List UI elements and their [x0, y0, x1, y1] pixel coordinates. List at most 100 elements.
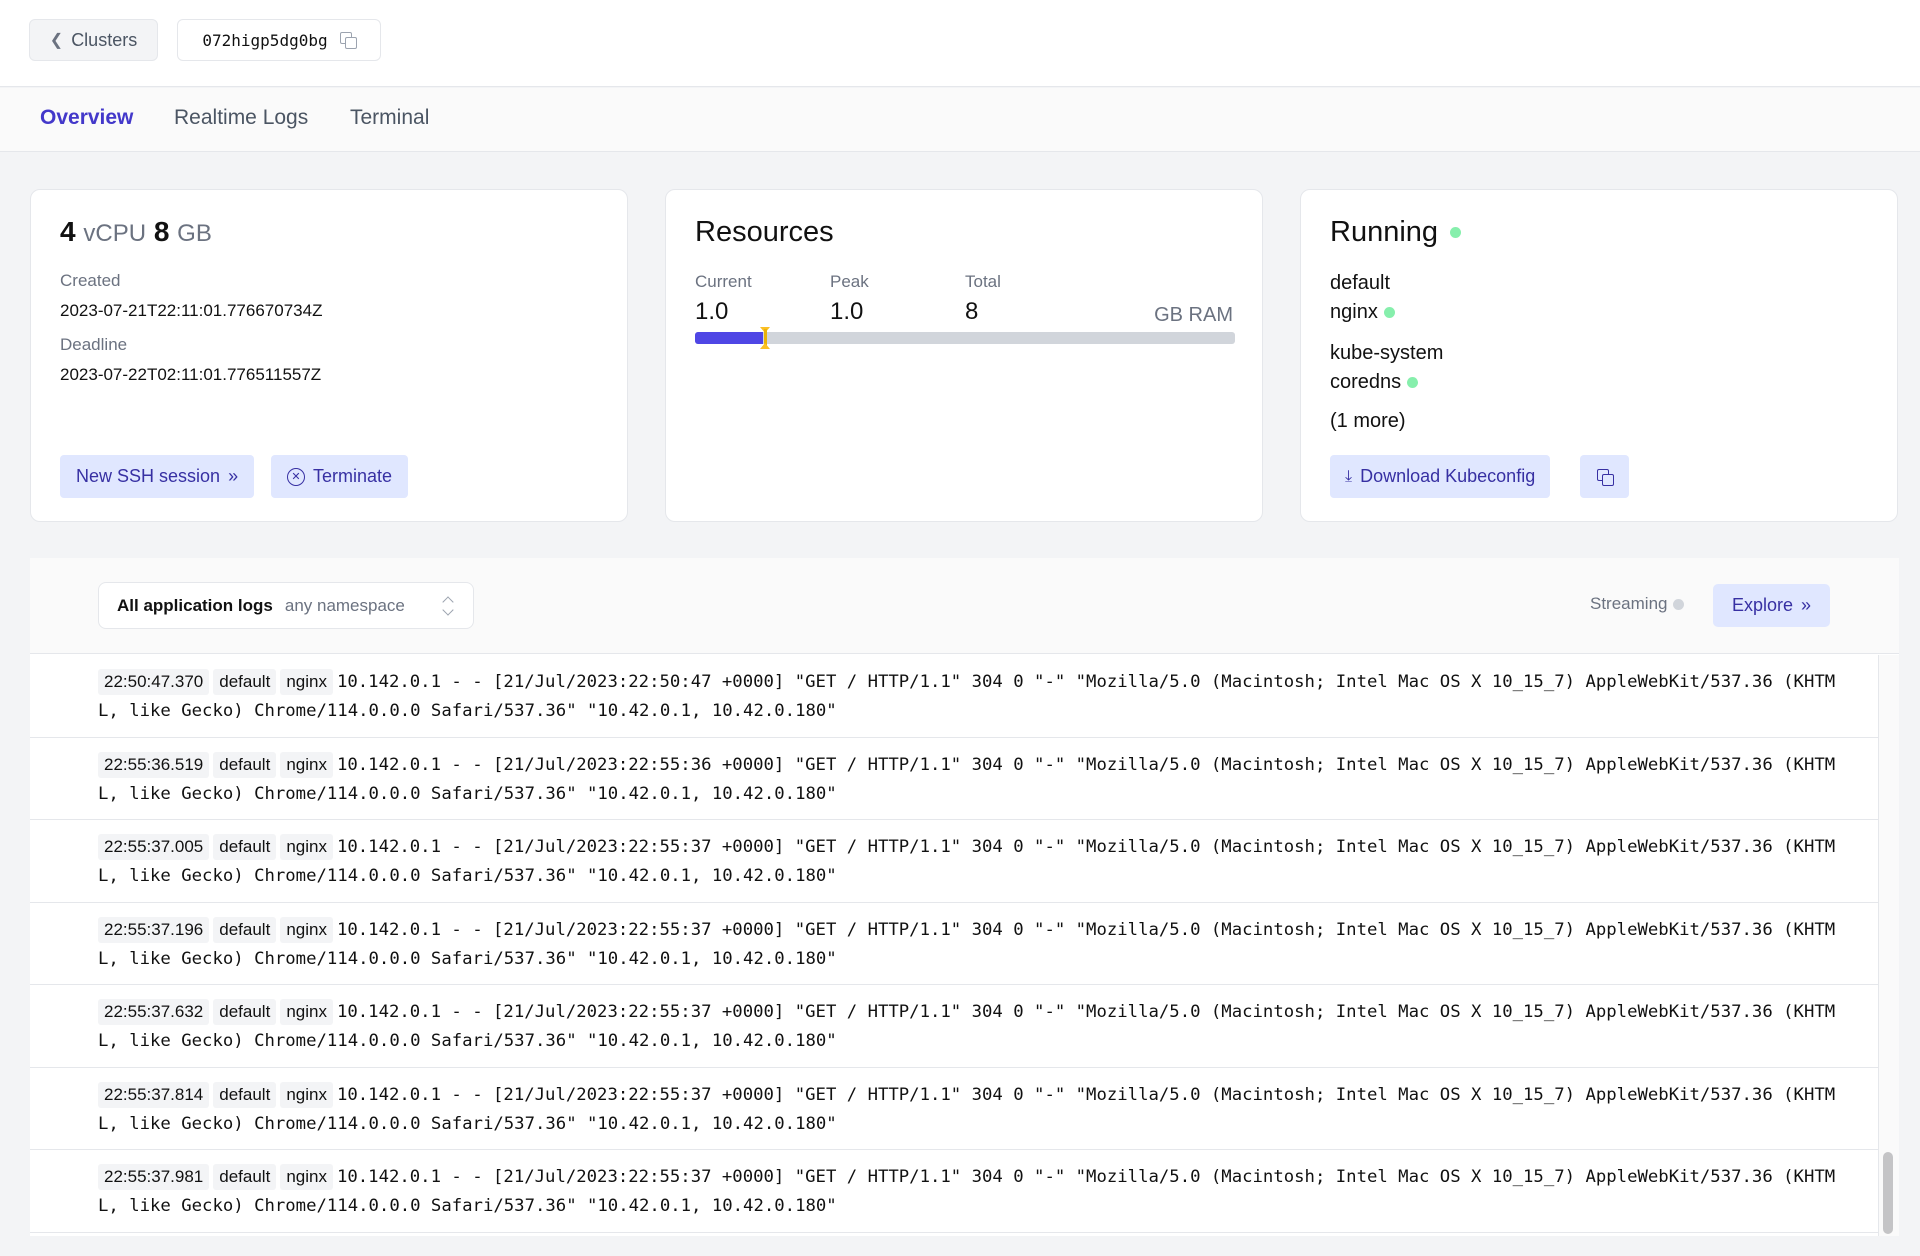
- tab-realtime-logs[interactable]: Realtime Logs: [174, 106, 308, 130]
- more-namespaces-link[interactable]: (1 more): [1330, 410, 1406, 433]
- back-to-clusters-button[interactable]: ❮ Clusters: [29, 19, 158, 61]
- service-item: nginx: [1330, 301, 1395, 324]
- tab-overview[interactable]: Overview: [40, 106, 133, 130]
- log-namespace: default: [213, 834, 277, 860]
- peak-value: 1.0: [830, 298, 864, 325]
- log-namespace: default: [213, 751, 277, 778]
- log-message: 10.142.0.1 - - [21/Jul/2023:22:55:36 +00…: [98, 754, 1836, 804]
- log-message: 10.142.0.1 - - [21/Jul/2023:22:55:37 +00…: [98, 837, 1836, 886]
- namespace-name: kube-system: [1330, 342, 1444, 364]
- download-kubeconfig-button[interactable]: ⤓ Download Kubeconfig: [1330, 455, 1551, 498]
- created-value: 2023-07-21T22:11:01.776670734Z: [60, 301, 323, 320]
- cluster-spec: 4 vCPU 8 GB: [60, 216, 212, 248]
- resources-title: Resources: [695, 216, 834, 248]
- cluster-specs-card: 4 vCPU 8 GB Created 2023-07-21T22:11:01.…: [30, 189, 628, 522]
- back-button-label: Clusters: [71, 29, 138, 50]
- total-metric: Total 8: [965, 272, 1001, 326]
- log-message: 10.142.0.1 - - [21/Jul/2023:22:55:37 +00…: [98, 1084, 1836, 1134]
- service-item: coredns: [1330, 371, 1419, 394]
- copy-icon[interactable]: [339, 32, 357, 49]
- ram-usage-bar: [695, 327, 1235, 349]
- vcpu-count: 4: [60, 216, 76, 247]
- logs-toolbar: All application logs any namespace Strea…: [30, 558, 1899, 654]
- log-timestamp: 22:55:37.981: [98, 1164, 210, 1190]
- ram-usage-fill: [695, 332, 763, 344]
- service-name: nginx: [1330, 301, 1378, 323]
- explore-button[interactable]: Explore »: [1713, 584, 1830, 627]
- total-value: 8: [965, 298, 979, 325]
- log-timestamp: 22:55:36.519: [98, 751, 210, 778]
- vcpu-unit: vCPU: [83, 220, 147, 247]
- log-message: 10.142.0.1 - - [21/Jul/2023:22:55:37 +00…: [98, 919, 1836, 969]
- scrollbar-thumb[interactable]: [1883, 1152, 1893, 1234]
- top-bar: ❮ Clusters 072higp5dg0bg: [0, 0, 1920, 87]
- terminate-button[interactable]: ✕ Terminate: [271, 455, 409, 498]
- download-button-label: Download Kubeconfig: [1360, 466, 1536, 486]
- status-dot-icon: [1450, 227, 1462, 238]
- cluster-id: 072higp5dg0bg: [202, 30, 328, 50]
- log-pod: nginx: [280, 1164, 333, 1190]
- log-pod: nginx: [280, 834, 333, 860]
- copy-kubeconfig-button[interactable]: [1580, 455, 1629, 498]
- log-list: 22:50:47.370 default nginx 10.142.0.1 - - […: [30, 655, 1879, 1236]
- log-namespace: default: [213, 1164, 277, 1190]
- chevron-left-icon: ❮: [49, 32, 64, 49]
- current-metric: Current 1.0: [695, 272, 752, 326]
- explore-button-label: Explore: [1731, 595, 1793, 615]
- log-entry: 22:55:37.196 default nginx 10.142.0.1 - - […: [30, 903, 1878, 985]
- deadline-value: 2023-07-22T02:11:01.776511557Z: [60, 365, 322, 384]
- deadline-label: Deadline: [60, 335, 128, 354]
- x-circle-icon: ✕: [287, 467, 305, 486]
- log-message: 10.142.0.1 - - [21/Jul/2023:22:55:37 +00…: [98, 1167, 1836, 1216]
- log-entry: 22:55:37.814 default nginx 10.142.0.1 - - […: [30, 1068, 1878, 1150]
- log-pod: nginx: [280, 751, 333, 778]
- total-label: Total: [965, 272, 1001, 291]
- log-scrollbar[interactable]: [1879, 655, 1899, 1236]
- log-pod: nginx: [280, 1081, 333, 1108]
- peak-metric: Peak 1.0: [830, 272, 869, 326]
- tab-terminal[interactable]: Terminal: [350, 106, 429, 130]
- cluster-id-chip: 072higp5dg0bg: [177, 19, 381, 61]
- log-timestamp: 22:50:47.370: [98, 669, 210, 695]
- status-heading: Running: [1330, 216, 1462, 249]
- logs-panel: All application logs any namespace Strea…: [30, 558, 1899, 1236]
- log-message: 10.142.0.1 - - [21/Jul/2023:22:55:37 +00…: [98, 1002, 1836, 1051]
- created-label: Created: [60, 271, 121, 290]
- streaming-dot-icon: [1673, 598, 1685, 610]
- service-status-dot-icon: [1383, 307, 1395, 318]
- memory-size: 8: [153, 216, 170, 247]
- current-value: 1.0: [695, 298, 729, 325]
- log-namespace: default: [213, 916, 277, 943]
- new-ssh-session-button[interactable]: New SSH session »: [60, 455, 255, 498]
- status-text: Running: [1330, 216, 1439, 248]
- log-entry: 22:55:37.632 default nginx 10.142.0.1 - - […: [30, 985, 1878, 1068]
- resources-card: Resources Current 1.0 Peak 1.0 Total 8 G…: [665, 189, 1263, 522]
- log-filter-select[interactable]: All application logs any namespace: [98, 582, 474, 629]
- service-status-dot-icon: [1407, 377, 1419, 388]
- log-pod: nginx: [280, 916, 333, 943]
- log-timestamp: 22:55:37.196: [98, 916, 210, 943]
- log-namespace: default: [213, 669, 277, 695]
- log-pod: nginx: [280, 999, 333, 1025]
- service-name: coredns: [1330, 371, 1402, 393]
- cluster-status-card: Running default nginx kube-system coredn…: [1300, 189, 1898, 522]
- download-icon: ⤓: [1345, 467, 1353, 485]
- namespace-name: default: [1330, 272, 1391, 294]
- terminate-button-label: Terminate: [313, 466, 393, 486]
- peak-label: Peak: [830, 272, 869, 291]
- log-namespace: default: [213, 999, 277, 1025]
- double-chevron-right-icon: »: [228, 466, 239, 486]
- streaming-label: Streaming: [1590, 594, 1668, 613]
- log-timestamp: 22:55:37.005: [98, 834, 210, 860]
- current-label: Current: [695, 272, 752, 291]
- double-chevron-right-icon: »: [1801, 595, 1812, 615]
- log-entry: 22:55:36.519 default nginx 10.142.0.1 - - […: [30, 738, 1878, 820]
- memory-unit: GB: [177, 220, 212, 247]
- log-pod: nginx: [280, 669, 333, 695]
- log-entry: 22:55:37.005 default nginx 10.142.0.1 - - […: [30, 820, 1878, 903]
- log-namespace: default: [213, 1081, 277, 1108]
- chevron-up-down-icon: [441, 595, 455, 617]
- log-entry: 22:55:37.981 default nginx 10.142.0.1 - - […: [30, 1150, 1878, 1233]
- tab-bar: Overview Realtime Logs Terminal: [0, 88, 1920, 152]
- log-filter-value: All application logs: [117, 595, 273, 615]
